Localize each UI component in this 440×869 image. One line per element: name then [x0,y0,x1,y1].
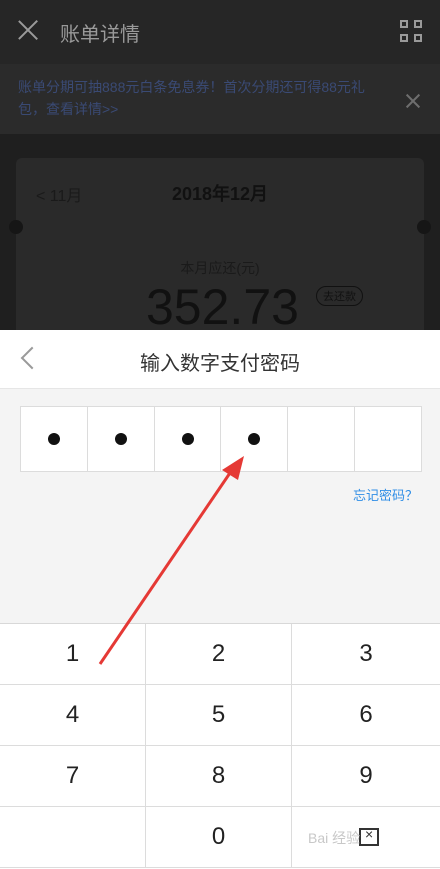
key-5[interactable]: 5 [146,685,292,746]
banner-close-icon[interactable] [404,92,422,110]
forgot-password-link[interactable]: 忘记密码？ [353,485,418,504]
pin-dot [181,433,194,445]
promo-banner[interactable]: 账单分期可抽888元白条免息券！首次分期还可得88元礼包，查看详情>> [0,64,440,134]
close-icon[interactable] [14,16,42,44]
key-1[interactable]: 1 [0,624,146,685]
key-7[interactable]: 7 [0,746,146,807]
pin-input[interactable] [20,406,422,472]
grid-menu-icon[interactable] [400,20,424,44]
key-6[interactable]: 6 [292,685,440,746]
ticket-notch-left [9,220,23,234]
sheet-title: 输入数字支付密码 [140,353,300,375]
pin-cell [21,407,88,471]
payment-sheet: 输入数字支付密码 忘记密码？ 123 456 7890 [0,330,440,869]
sheet-header: 输入数字支付密码 [0,330,440,389]
pin-dot [114,433,127,445]
pin-cell [355,407,421,471]
bill-amount: 352.73 [146,279,299,335]
pin-dot [47,433,60,445]
banner-text: 账单分期可抽888元白条免息券！首次分期还可得88元礼包，查看详情>> [18,79,365,117]
pin-dot [248,433,261,445]
key-3[interactable]: 3 [292,624,440,685]
bill-card: < 11月 2018年12月 本月应还(元) 352.73 去还款 [16,158,424,338]
pin-cell [155,407,222,471]
pin-cell [88,407,155,471]
top-bar: 账单详情 [0,0,440,64]
key-0[interactable]: 0 [146,807,292,868]
key-8[interactable]: 8 [146,746,292,807]
watermark: Bai 经验 [308,830,361,846]
current-month: 2018年12月 [171,184,269,204]
key-2[interactable]: 2 [146,624,292,685]
repay-pill[interactable]: 去还款 [316,286,363,306]
pin-cell [288,407,356,471]
amount-label: 本月应还(元) [180,260,260,276]
page-title: 账单详情 [60,24,140,46]
numeric-keypad: 123 456 7890 [0,623,440,869]
key-9[interactable]: 9 [292,746,440,807]
key-4[interactable]: 4 [0,685,146,746]
pin-cell [221,407,289,471]
ticket-notch-right [417,220,431,234]
keypad-blank [0,807,146,868]
